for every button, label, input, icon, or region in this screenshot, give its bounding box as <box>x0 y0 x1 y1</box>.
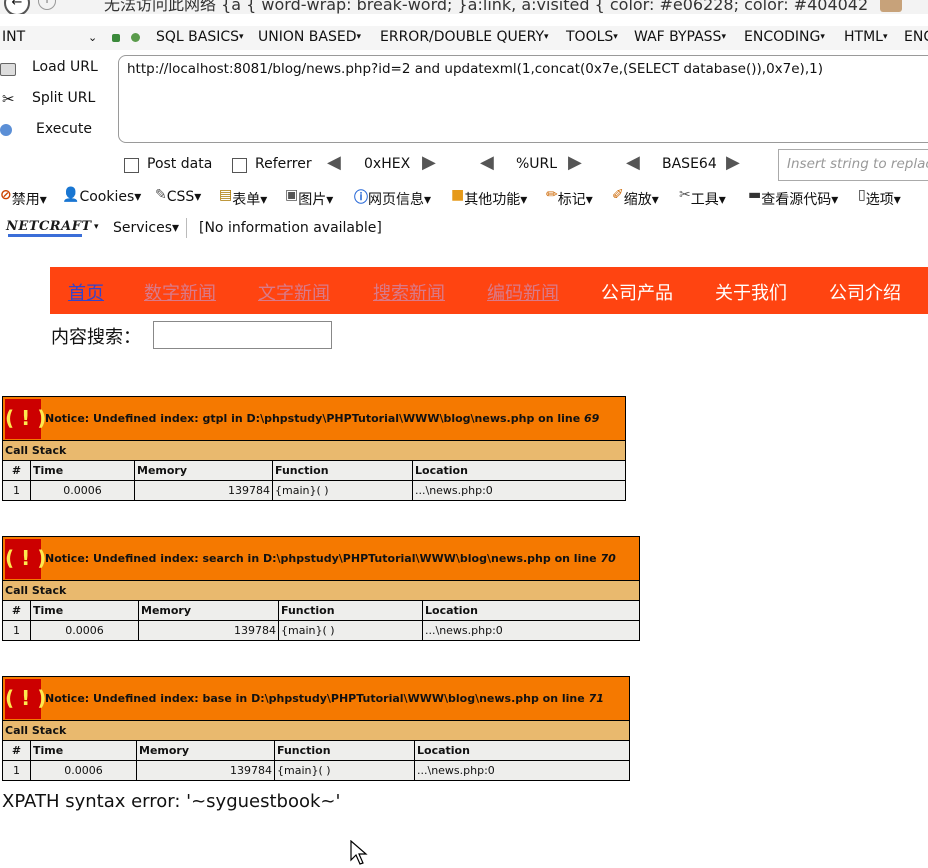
col-header: Location <box>422 600 640 621</box>
green-square-icon <box>112 34 120 42</box>
images-menu[interactable]: ▣ 图片▾ <box>285 187 333 208</box>
options-menu[interactable]: ▯ 选项▾ <box>858 187 901 208</box>
col-header: Function <box>272 460 413 481</box>
xpath-error-text: XPATH syntax error: '~syguestbook~' <box>2 791 341 812</box>
col-header: Location <box>412 460 626 481</box>
base64-left-arrow-icon[interactable]: ◀ <box>626 152 640 173</box>
nav-products[interactable]: 公司产品 <box>601 279 673 305</box>
outline-menu[interactable]: ✏ 标记▾ <box>546 187 593 208</box>
css-menu[interactable]: ✎ CSS▾ <box>155 187 201 205</box>
forms-menu[interactable]: ▤ 表单▾ <box>219 187 267 208</box>
hex-label: 0xHEX <box>364 156 411 172</box>
resize-menu[interactable]: ✐ 缩放▾ <box>612 187 659 208</box>
menu-error-double-query[interactable]: ERROR/DOUBLE QUERY▾ <box>380 29 549 45</box>
netcraft-logo[interactable]: NETCRAFT <box>6 219 92 234</box>
tools-menu[interactable]: ✂ 工具▾ <box>679 187 726 208</box>
col-header: # <box>2 460 31 481</box>
table-row: 1 0.0006 139784 {main}( ) ...\news.php:0 <box>2 620 640 641</box>
warning-icon: ( ! ) <box>5 538 46 579</box>
nav-home[interactable]: 首页 <box>68 279 104 305</box>
menu-int[interactable]: INT <box>2 29 25 45</box>
nav-search-news[interactable]: 搜索新闻 <box>373 279 445 305</box>
menu-enc[interactable]: ENC <box>904 29 928 45</box>
mouse-cursor-icon <box>350 840 368 865</box>
base64-label: BASE64 <box>662 156 717 172</box>
col-header: Memory <box>136 740 275 761</box>
base64-right-arrow-icon[interactable]: ▶ <box>726 152 740 173</box>
menu-waf-bypass[interactable]: WAF BYPASS▾ <box>634 29 726 45</box>
menu-encoding[interactable]: ENCODING▾ <box>744 29 825 45</box>
page-info-menu[interactable]: ⓘ 网页信息▾ <box>354 187 431 208</box>
netcraft-divider <box>186 218 187 238</box>
post-data-checkbox[interactable] <box>124 158 139 173</box>
back-arrow-icon[interactable]: ← <box>4 0 30 14</box>
col-header: Function <box>278 600 423 621</box>
warning-icon: ( ! ) <box>5 678 46 719</box>
hex-right-arrow-icon[interactable]: ▶ <box>422 152 436 173</box>
insert-string-input[interactable]: Insert string to replace <box>778 149 928 181</box>
info-icon[interactable]: i <box>38 0 56 10</box>
col-header: Memory <box>138 600 279 621</box>
referrer-checkbox[interactable] <box>232 158 247 173</box>
page-title: 无法访问此网络 {a { word-wrap: break-word; }a:l… <box>104 0 869 14</box>
notice-table-3: ( ! )Notice: Undefined index: base in D:… <box>2 676 630 781</box>
col-header: Location <box>414 740 630 761</box>
nav-company[interactable]: 公司介绍 <box>829 279 901 305</box>
nav-about[interactable]: 关于我们 <box>715 279 787 305</box>
call-stack-label: Call Stack <box>2 720 630 741</box>
disable-menu[interactable]: ⊘ 禁用▾ <box>0 187 47 208</box>
call-stack-label: Call Stack <box>2 440 626 461</box>
netcraft-info: [No information available] <box>199 220 382 236</box>
notice-table-2: ( ! )Notice: Undefined index: search in … <box>2 536 640 641</box>
cookies-menu[interactable]: 👤 Cookies▾ <box>62 187 141 205</box>
referrer-label: Referrer <box>255 156 312 172</box>
search-label: 内容搜索： <box>51 327 141 348</box>
menu-html[interactable]: HTML▾ <box>844 29 888 45</box>
netcraft-logo-underline <box>8 234 82 237</box>
browser-title-strip: ← i 无法访问此网络 {a { word-wrap: break-word; … <box>0 0 928 14</box>
notice-message: ( ! )Notice: Undefined index: search in … <box>2 536 640 581</box>
notice-message: ( ! )Notice: Undefined index: base in D:… <box>2 676 630 721</box>
nav-encoded-news[interactable]: 编码新闻 <box>487 279 559 305</box>
scissors-icon: ✂ <box>2 90 15 108</box>
col-header: Time <box>30 600 139 621</box>
site-nav: 首页 数字新闻 文字新闻 搜索新闻 编码新闻 公司产品 关于我们 公司介绍 <box>50 267 928 314</box>
post-data-label: Post data <box>147 156 213 172</box>
view-source-menu[interactable]: ▬ 查看源代码▾ <box>748 187 838 208</box>
menu-sql-basics[interactable]: SQL BASICS▾ <box>156 29 244 45</box>
netcraft-toolbar: NETCRAFT ▾ Services▾ [No information ava… <box>0 216 928 242</box>
url-right-arrow-icon[interactable]: ▶ <box>568 152 582 173</box>
hex-left-arrow-icon[interactable]: ◀ <box>327 152 341 173</box>
col-header: Time <box>30 460 135 481</box>
table-row: 1 0.0006 139784 {main}( ) ...\news.php:0 <box>2 480 626 501</box>
menu-int-chevron-icon[interactable]: ⌄ <box>88 31 97 44</box>
col-header: # <box>2 600 31 621</box>
netcraft-dropdown-icon[interactable]: ▾ <box>94 222 99 232</box>
search-input[interactable] <box>153 321 332 349</box>
netcraft-services[interactable]: Services▾ <box>113 220 179 236</box>
table-row: 1 0.0006 139784 {main}( ) ...\news.php:0 <box>2 760 630 781</box>
col-header: Time <box>30 740 137 761</box>
url-textarea[interactable]: http://localhost:8081/blog/news.php?id=2… <box>118 55 928 143</box>
url-encode-label: %URL <box>516 156 558 172</box>
load-url-icon <box>0 63 16 76</box>
green-dot-icon <box>131 33 140 42</box>
col-header: Memory <box>134 460 273 481</box>
url-left-arrow-icon[interactable]: ◀ <box>480 152 494 173</box>
col-header: Function <box>274 740 415 761</box>
nav-digital-news[interactable]: 数字新闻 <box>144 279 216 305</box>
notice-table-1: ( ! )Notice: Undefined index: gtpl in D:… <box>2 396 626 501</box>
menu-tools[interactable]: TOOLS▾ <box>566 29 618 45</box>
menu-union-based[interactable]: UNION BASED▾ <box>258 29 361 45</box>
col-header: # <box>2 740 31 761</box>
misc-menu[interactable]: ■ 其他功能▾ <box>451 187 527 208</box>
call-stack-label: Call Stack <box>2 580 640 601</box>
extension-icon[interactable] <box>880 0 902 12</box>
notice-message: ( ! )Notice: Undefined index: gtpl in D:… <box>2 396 626 441</box>
execute-icon <box>0 124 12 136</box>
nav-text-news[interactable]: 文字新闻 <box>258 279 330 305</box>
warning-icon: ( ! ) <box>5 398 46 439</box>
webdev-toolbar: ⊘ 禁用▾ 👤 Cookies▾ ✎ CSS▾ ▤ 表单▾ ▣ 图片▾ ⓘ 网页信息▾ ■ 其… <box>0 185 928 208</box>
